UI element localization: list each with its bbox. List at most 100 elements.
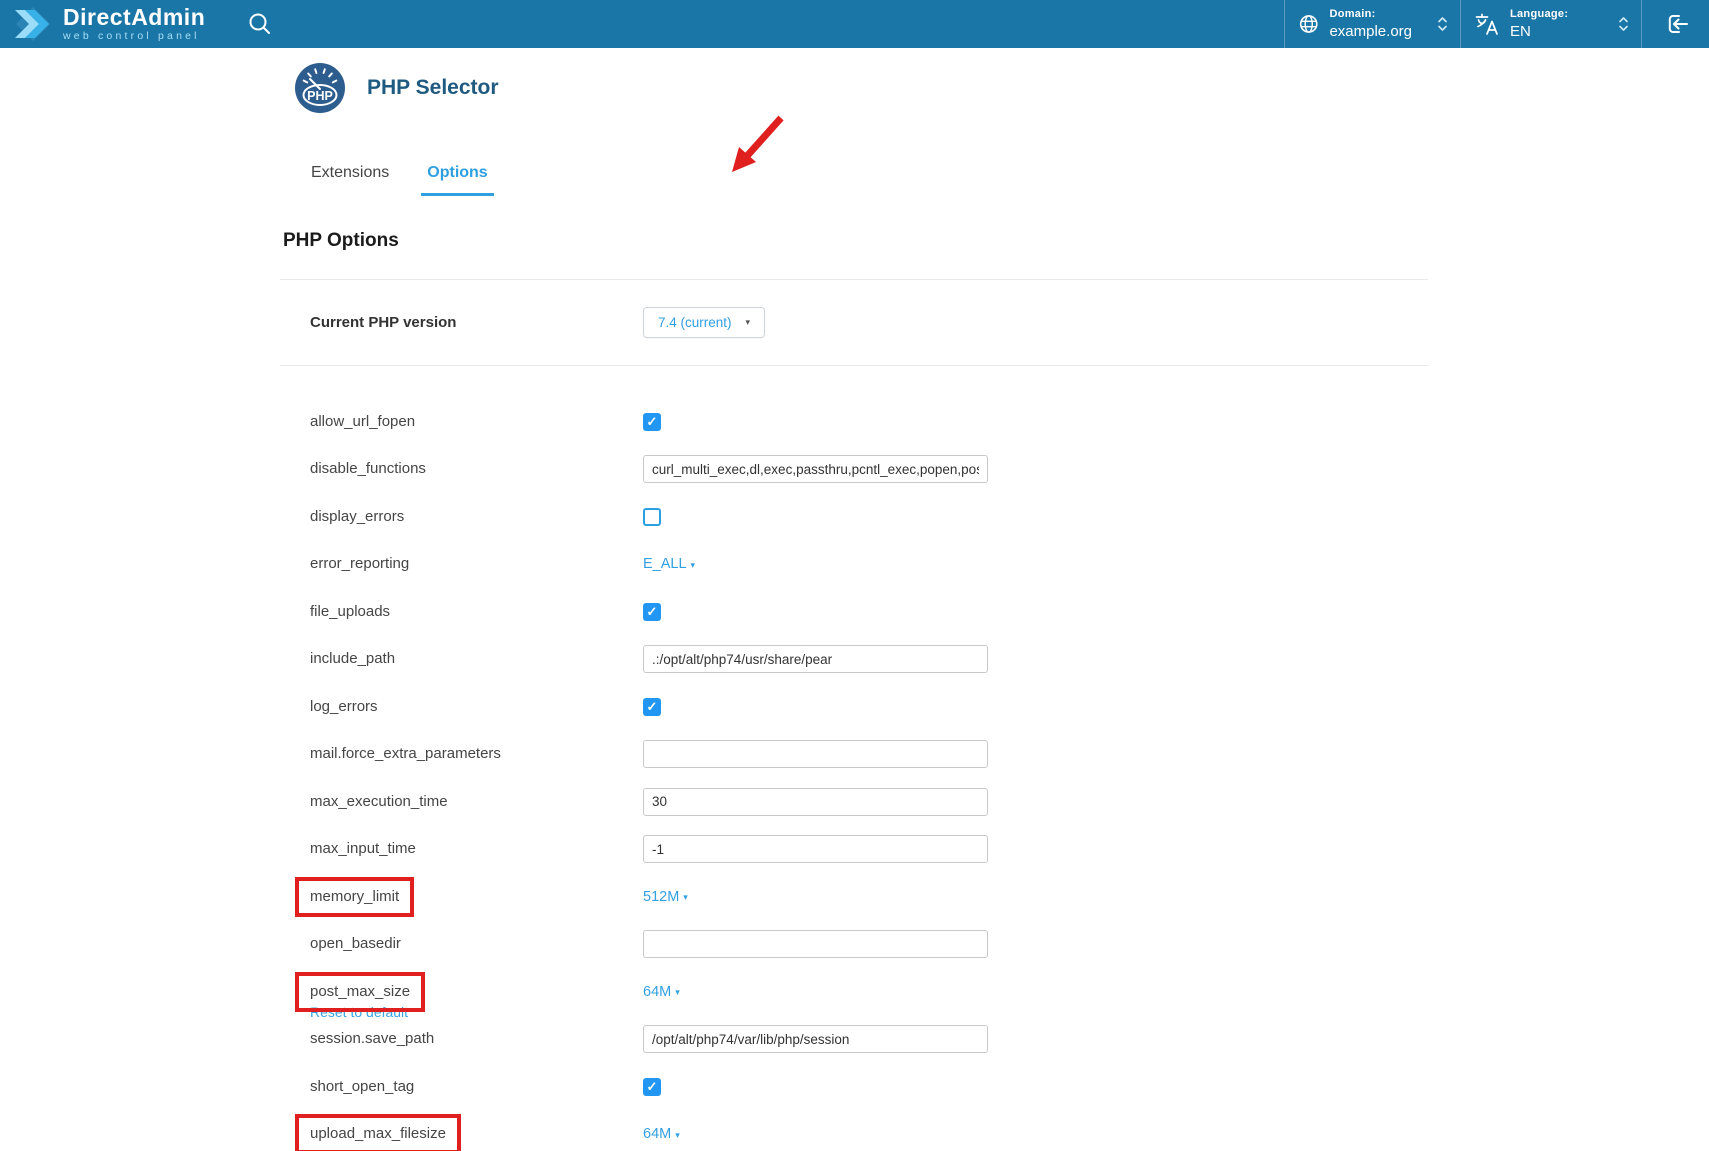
header-spacer [273, 0, 1284, 48]
option-checkbox-display_errors[interactable] [643, 508, 661, 526]
divider [280, 365, 1428, 366]
option-label-cell: file_uploads [310, 603, 643, 621]
option-checkbox-short_open_tag[interactable]: ✓ [643, 1078, 661, 1096]
language-selector[interactable]: Language: EN [1460, 0, 1641, 48]
tab-options[interactable]: Options [421, 150, 493, 196]
option-label-cell: mail.force_extra_parameters [310, 745, 643, 763]
option-checkbox-allow_url_fopen[interactable]: ✓ [643, 413, 661, 431]
option-label-cell: memory_limit [310, 888, 643, 906]
option-row-mail.force_extra_parameters: mail.force_extra_parameters [280, 731, 1428, 779]
check-icon: ✓ [647, 700, 658, 713]
option-checkbox-file_uploads[interactable]: ✓ [643, 603, 661, 621]
option-input-max_input_time[interactable] [643, 835, 988, 863]
option-dropdown-value: 64M [643, 1126, 671, 1142]
option-row-short_open_tag: short_open_tag✓ [280, 1063, 1428, 1111]
option-row-error_reporting: error_reportingE_ALL▾ [280, 541, 1428, 589]
caret-down-icon: ▾ [691, 560, 696, 571]
option-label-cell: max_execution_time [310, 793, 643, 811]
option-label-cell: log_errors [310, 698, 643, 716]
tab-extensions[interactable]: Extensions [305, 150, 395, 196]
sort-chevrons-icon [1438, 16, 1447, 32]
option-input-max_execution_time[interactable] [643, 788, 988, 816]
option-label-cell: include_path [310, 650, 643, 668]
option-dropdown-memory_limit[interactable]: 512M ▾ [643, 889, 688, 905]
option-checkbox-log_errors[interactable]: ✓ [643, 698, 661, 716]
svg-text:PHP: PHP [307, 89, 333, 103]
php-gauge-icon: PHP [294, 62, 346, 114]
option-control-cell [643, 788, 1428, 816]
option-row-max_execution_time: max_execution_time [280, 778, 1428, 826]
options-form: allow_url_fopen ✓ disable_functionsdisplay… [280, 398, 1428, 1151]
option-control-cell: ✓ [643, 698, 1428, 716]
option-label: memory_limit [310, 888, 399, 905]
option-label: file_uploads [310, 603, 390, 620]
option-label-cell: post_max_size [310, 983, 643, 1001]
option-dropdown-value: E_ALL [643, 556, 687, 572]
option-label: allow_url_fopen [310, 413, 415, 430]
check-icon: ✓ [647, 415, 658, 428]
option-control-cell [643, 740, 1428, 768]
option-input-include_path[interactable] [643, 645, 988, 673]
option-label-cell: short_open_tag [310, 1078, 643, 1096]
section-heading: PHP Options [280, 230, 1428, 252]
option-label: disable_functions [310, 460, 426, 477]
option-control-cell: ✓ [643, 603, 1428, 621]
search-button[interactable] [247, 0, 273, 48]
option-control-cell: ✓ [643, 1078, 1428, 1096]
globe-icon [1298, 12, 1319, 36]
option-control-cell: 512M ▾ [643, 888, 1428, 906]
option-label-cell: upload_max_filesize [310, 1125, 643, 1143]
php-selector-page: PHP PHP Selector Extensions Options PHP … [280, 62, 1428, 1151]
option-input-open_basedir[interactable] [643, 930, 988, 958]
option-control-cell: E_ALL ▾ [643, 555, 1428, 573]
annotation-highlight-box: upload_max_filesize [295, 1114, 461, 1151]
option-dropdown-value: 64M [643, 984, 671, 1000]
option-label: post_max_size [310, 983, 410, 1000]
brand[interactable]: DirectAdmin web control panel [0, 0, 205, 48]
option-row-upload_max_filesize: upload_max_filesize64M▾Reset to default [280, 1111, 1428, 1151]
caret-down-icon: ▾ [746, 317, 751, 328]
option-control-cell: 64M ▾ [643, 1125, 1428, 1143]
option-control-cell [643, 1025, 1428, 1053]
option-dropdown-error_reporting[interactable]: E_ALL ▾ [643, 556, 695, 572]
option-label: include_path [310, 650, 395, 667]
php-version-select[interactable]: 7.4 (current) ▾ [643, 307, 765, 338]
translate-icon [1474, 11, 1500, 37]
page-title: PHP Selector [367, 76, 499, 100]
top-header: DirectAdmin web control panel Domain: ex… [0, 0, 1709, 48]
caret-down-icon: ▾ [683, 892, 688, 903]
option-dropdown-upload_max_filesize[interactable]: 64M ▾ [643, 1126, 680, 1142]
language-value: EN [1510, 24, 1568, 39]
option-row-allow_url_fopen: allow_url_fopen ✓ [280, 398, 1428, 446]
option-label-cell: display_errors [310, 508, 643, 526]
option-input-disable_functions[interactable] [643, 455, 988, 483]
option-input-session.save_path[interactable] [643, 1025, 988, 1053]
option-input-mail.force_extra_parameters[interactable] [643, 740, 988, 768]
caret-down-icon: ▾ [675, 1130, 680, 1141]
option-control-cell: ✓ [643, 413, 1428, 431]
php-version-row: Current PHP version 7.4 (current) ▾ [280, 280, 1428, 365]
option-label: session.save_path [310, 1030, 434, 1047]
domain-selector[interactable]: Domain: example.org [1284, 0, 1460, 48]
option-dropdown-post_max_size[interactable]: 64M▾ [643, 984, 680, 1000]
logout-icon [1661, 9, 1691, 39]
brand-tagline: web control panel [63, 31, 205, 42]
option-label: log_errors [310, 698, 378, 715]
annotation-highlight-box: memory_limit [295, 877, 414, 917]
option-label-cell: max_input_time [310, 840, 643, 858]
directadmin-logo-icon [13, 4, 53, 44]
option-row-open_basedir: open_basedir [280, 921, 1428, 969]
option-control-cell [643, 508, 1428, 526]
option-label: display_errors [310, 508, 404, 525]
option-dropdown-value: 512M [643, 889, 679, 905]
option-label: max_execution_time [310, 793, 448, 810]
option-row-file_uploads: file_uploads ✓ [280, 588, 1428, 636]
logout-button[interactable] [1641, 0, 1709, 48]
option-control-cell [643, 835, 1428, 863]
option-row-log_errors: log_errors ✓ [280, 683, 1428, 731]
domain-value: example.org [1329, 24, 1412, 39]
tab-bar: Extensions Options [280, 150, 1428, 196]
option-control-cell [643, 645, 1428, 673]
option-label: mail.force_extra_parameters [310, 745, 501, 762]
option-label: open_basedir [310, 935, 401, 952]
